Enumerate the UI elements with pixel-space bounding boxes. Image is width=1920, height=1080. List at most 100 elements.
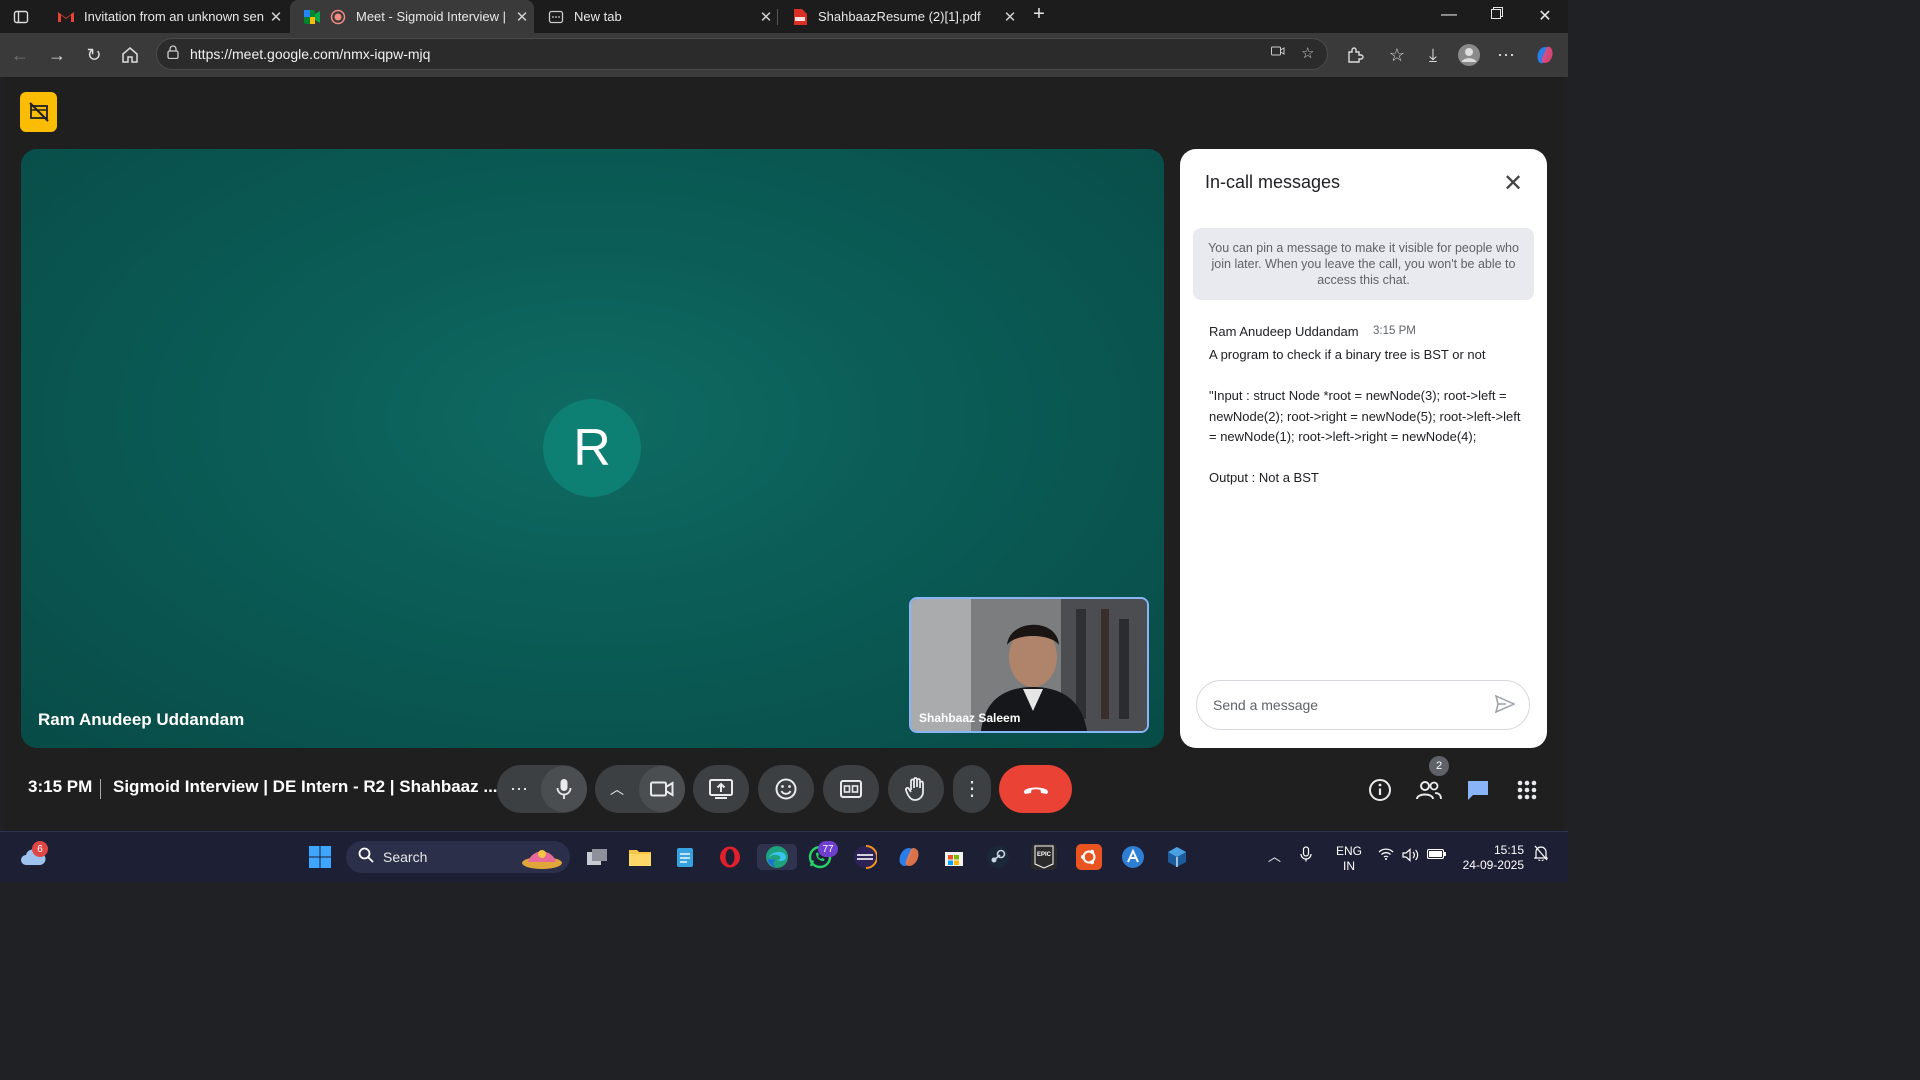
opera-icon[interactable] bbox=[717, 844, 743, 870]
reload-icon[interactable]: ↻ bbox=[81, 42, 107, 68]
tab-new-tab[interactable]: New tab ✕ bbox=[534, 0, 778, 33]
more-options-icon[interactable]: ⋯ bbox=[1493, 42, 1519, 68]
notepad-icon[interactable] bbox=[672, 844, 698, 870]
tab-title: ShahbaazResume (2)[1].pdf bbox=[818, 9, 981, 24]
close-panel-icon[interactable]: ✕ bbox=[1503, 169, 1523, 198]
start-windows-icon[interactable] bbox=[307, 844, 333, 870]
favorites-icon[interactable]: ☆ bbox=[1384, 42, 1410, 68]
microphone-button[interactable] bbox=[541, 766, 587, 812]
meeting-clock: 3:15 PM bbox=[28, 777, 93, 796]
close-window-icon[interactable]: ✕ bbox=[1532, 6, 1558, 28]
new-tab-button[interactable]: + bbox=[1026, 3, 1052, 25]
windows-taskbar: 6 Search 77 EPIC ︿ ENG IN 15:15 24-09-20… bbox=[0, 831, 1568, 882]
eclipse-icon[interactable] bbox=[852, 844, 878, 870]
message-time: 3:15 PM bbox=[1373, 325, 1416, 337]
lock-icon[interactable] bbox=[167, 45, 179, 62]
tab-title: Meet - Sigmoid Interview | D bbox=[356, 9, 510, 24]
close-tab-icon[interactable]: ✕ bbox=[264, 8, 288, 26]
profile-avatar[interactable] bbox=[1456, 42, 1482, 68]
send-message-input[interactable]: Send a message bbox=[1196, 680, 1530, 730]
tab-meet[interactable]: Meet - Sigmoid Interview | D ✕ bbox=[290, 0, 534, 33]
meeting-details-icon[interactable] bbox=[1366, 776, 1394, 804]
participant-name: Ram Anudeep Uddandam bbox=[38, 710, 245, 729]
back-icon[interactable]: ← bbox=[7, 42, 33, 68]
meeting-title: Sigmoid Interview | DE Intern - R2 | Sha… bbox=[113, 777, 498, 796]
audio-settings-icon[interactable]: ⋯ bbox=[497, 779, 541, 800]
whatsapp-notification-badge: 77 bbox=[818, 841, 838, 857]
raise-hand-button[interactable] bbox=[888, 765, 944, 813]
home-icon[interactable] bbox=[117, 42, 143, 68]
captions-icon bbox=[840, 780, 862, 798]
video-control-group: ︿ bbox=[595, 765, 685, 813]
url-text: https://meet.google.com/nmx-iqpw-mjq bbox=[190, 46, 431, 62]
more-options-button[interactable]: ⋮ bbox=[953, 765, 991, 813]
edge-browser-icon[interactable] bbox=[757, 844, 797, 870]
camera-icon bbox=[650, 781, 674, 797]
file-explorer-icon[interactable] bbox=[627, 844, 653, 870]
extensions-icon[interactable] bbox=[1342, 42, 1368, 68]
copilot-pc-icon[interactable] bbox=[1120, 844, 1146, 870]
taskbar-time: 15:15 bbox=[1493, 843, 1524, 857]
copilot-app-icon[interactable] bbox=[896, 844, 922, 870]
camera-permission-icon[interactable] bbox=[1271, 44, 1285, 61]
newtab-icon bbox=[548, 9, 564, 25]
copilot-icon[interactable] bbox=[1532, 42, 1558, 68]
tab-gmail[interactable]: Invitation from an unknown sende ✕ bbox=[44, 0, 288, 33]
chat-icon[interactable] bbox=[1464, 776, 1492, 804]
self-name-label: Shahbaaz Saleem bbox=[919, 711, 1021, 725]
task-view-icon[interactable] bbox=[584, 844, 610, 870]
ubuntu-icon[interactable] bbox=[1076, 844, 1102, 870]
gmail-icon bbox=[58, 9, 74, 25]
forward-icon[interactable]: → bbox=[44, 42, 70, 68]
tab-pdf[interactable]: ShahbaazResume (2)[1].pdf ✕ bbox=[778, 0, 1022, 33]
close-tab-icon[interactable]: ✕ bbox=[998, 8, 1022, 26]
present-screen-button[interactable] bbox=[693, 765, 749, 813]
present-screen-icon bbox=[709, 779, 733, 799]
volume-icon[interactable] bbox=[1402, 848, 1420, 865]
weather-notification-badge: 6 bbox=[32, 841, 48, 857]
input-language-indicator[interactable]: ENG IN bbox=[1336, 844, 1362, 874]
close-tab-icon[interactable]: ✕ bbox=[754, 8, 778, 26]
epic-games-icon[interactable]: EPIC bbox=[1031, 844, 1057, 870]
minimize-icon[interactable]: — bbox=[1436, 6, 1462, 28]
downloads-icon[interactable]: ⤓ bbox=[1420, 42, 1446, 68]
pin-info-banner: You can pin a message to make it visible… bbox=[1193, 228, 1534, 300]
tab-actions-icon[interactable] bbox=[8, 4, 34, 30]
show-hidden-icons-chevron[interactable]: ︿ bbox=[1268, 846, 1281, 865]
close-tab-icon[interactable]: ✕ bbox=[510, 8, 534, 26]
people-icon[interactable] bbox=[1415, 776, 1443, 804]
microphone-tray-icon[interactable] bbox=[1300, 846, 1312, 865]
activities-grid-icon[interactable] bbox=[1513, 776, 1541, 804]
captions-button[interactable] bbox=[823, 765, 879, 813]
steam-icon[interactable] bbox=[985, 844, 1011, 870]
virtualbox-icon[interactable] bbox=[1164, 844, 1190, 870]
address-bar[interactable]: https://meet.google.com/nmx-iqpw-mjq ☆ bbox=[156, 38, 1328, 70]
participant-avatar: R bbox=[543, 399, 641, 497]
self-video-tile[interactable]: Shahbaaz Saleem bbox=[909, 597, 1149, 733]
recording-off-badge[interactable] bbox=[20, 92, 57, 132]
microsoft-store-icon[interactable] bbox=[941, 844, 967, 870]
video-options-chevron-icon[interactable]: ︿ bbox=[595, 779, 639, 799]
send-icon[interactable] bbox=[1494, 694, 1516, 718]
hang-up-icon bbox=[1023, 787, 1048, 794]
meet-icon bbox=[304, 9, 320, 25]
restore-icon[interactable] bbox=[1484, 6, 1510, 28]
search-label: Search bbox=[383, 849, 428, 865]
lang-region: IN bbox=[1343, 859, 1355, 873]
taskbar-clock[interactable]: 15:15 24-09-2025 bbox=[1458, 843, 1524, 873]
favorite-star-icon[interactable]: ☆ bbox=[1301, 44, 1314, 62]
taskbar-search-box[interactable]: Search bbox=[346, 841, 570, 873]
battery-icon[interactable] bbox=[1426, 848, 1447, 863]
recording-icon bbox=[330, 9, 346, 25]
reactions-button[interactable] bbox=[758, 765, 814, 813]
search-icon bbox=[358, 847, 374, 868]
leave-call-button[interactable] bbox=[999, 765, 1072, 813]
tab-title: Invitation from an unknown sende bbox=[84, 9, 264, 24]
title-divider bbox=[100, 779, 101, 799]
audio-control-group: ⋯ bbox=[497, 765, 587, 813]
lang-code: ENG bbox=[1336, 844, 1363, 858]
camera-button[interactable] bbox=[639, 766, 685, 812]
notification-bell-icon[interactable] bbox=[1533, 845, 1549, 865]
main-video-stage[interactable]: R Ram Anudeep Uddandam Shahbaaz Saleem bbox=[21, 149, 1164, 748]
wifi-icon[interactable] bbox=[1378, 848, 1394, 863]
